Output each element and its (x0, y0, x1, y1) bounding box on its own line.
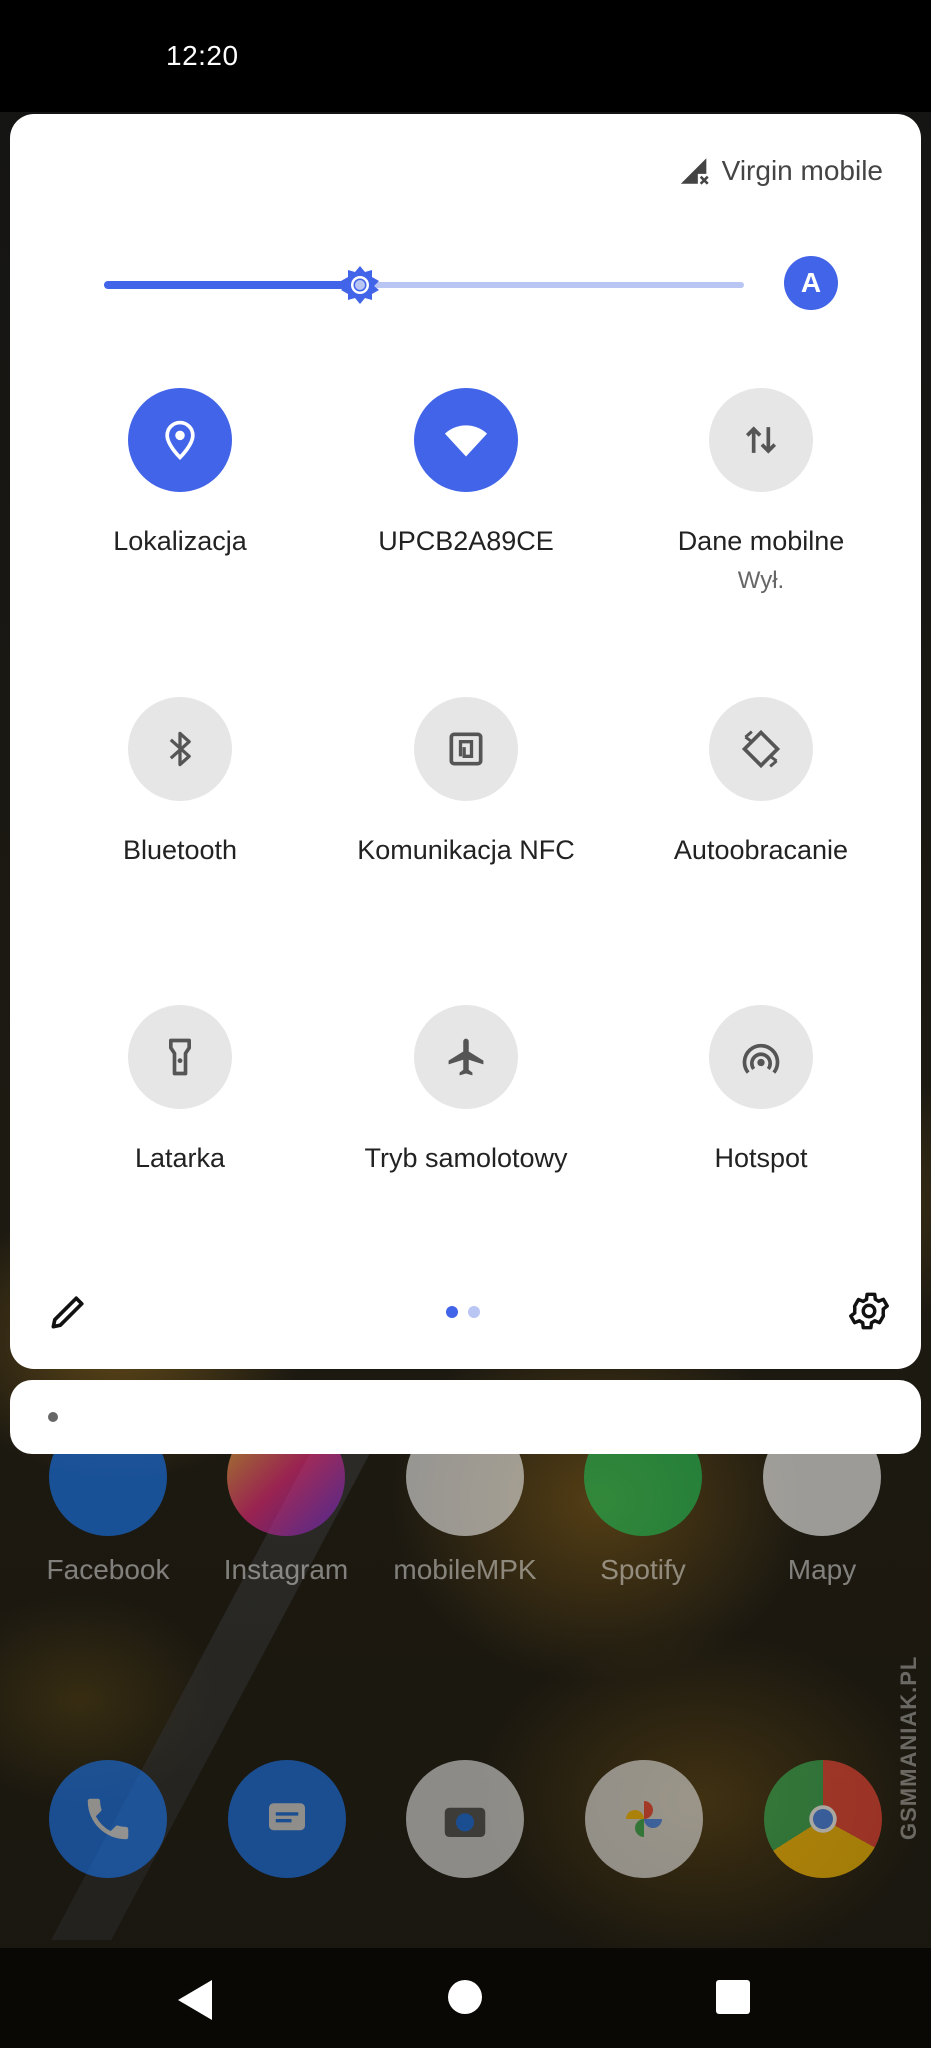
app-label: Instagram (223, 1554, 349, 1585)
notification-dot (48, 1412, 58, 1422)
settings-gear-icon[interactable] (846, 1288, 892, 1334)
tile-wifi[interactable]: UPCB2A89CE (316, 388, 616, 557)
tile-bluetooth[interactable]: Bluetooth (30, 697, 330, 866)
bluetooth-icon (169, 731, 191, 767)
tile-nfc[interactable]: Komunikacja NFC (316, 697, 616, 866)
tile-wifi-toggle[interactable] (414, 388, 518, 492)
brightness-fill (104, 281, 360, 289)
status-bar: 12:20 (0, 0, 931, 112)
carrier-name: Virgin mobile (721, 155, 883, 186)
page-dot-active (446, 1306, 458, 1318)
tile-flashlight[interactable]: Latarka (30, 1005, 330, 1174)
auto-brightness-button[interactable]: A (784, 256, 838, 310)
recents-icon[interactable] (716, 1980, 750, 2014)
watermark: GSMMANIAK.PL (896, 1655, 921, 1840)
tile-bluetooth-toggle[interactable] (128, 697, 232, 801)
tile-label: UPCB2A89CE (378, 526, 554, 556)
messages-icon (228, 1760, 346, 1878)
screen: Facebook Instagram mobileMPK Spotify Map… (0, 0, 931, 2048)
notification-strip[interactable] (10, 1380, 921, 1454)
tile-label: Lokalizacja (113, 526, 247, 556)
tile-auto-rotate[interactable]: Autoobracanie (611, 697, 911, 866)
tile-location-toggle[interactable] (128, 388, 232, 492)
photos-icon (585, 1760, 703, 1878)
tile-label: Autoobracanie (673, 835, 849, 865)
app-label: Mapy (787, 1554, 857, 1585)
airplane-icon (448, 1038, 484, 1076)
tile-label: Hotspot (714, 1143, 808, 1173)
camera-icon (406, 1760, 524, 1878)
nfc-icon (449, 732, 483, 766)
tile-label: Latarka (134, 1143, 226, 1173)
tile-sublabel: Wył. (737, 567, 785, 594)
tile-airplane-toggle[interactable] (414, 1005, 518, 1109)
tile-label: Tryb samolotowy (364, 1143, 568, 1173)
auto-rotate-icon (741, 729, 781, 769)
chrome-icon (764, 1760, 882, 1878)
app-label: Facebook (46, 1554, 170, 1585)
tile-hotspot[interactable]: Hotspot (611, 1005, 911, 1174)
carrier-info: Virgin mobile (678, 154, 883, 188)
brightness-thumb-icon[interactable] (339, 264, 381, 306)
tile-hotspot-toggle[interactable] (709, 1005, 813, 1109)
signal-no-service-icon (680, 158, 709, 185)
page-indicator (446, 1306, 480, 1318)
tile-label: Bluetooth (122, 835, 238, 865)
tile-auto-rotate-toggle[interactable] (709, 697, 813, 801)
navigation-bar (0, 1948, 931, 2048)
app-label: mobileMPK (393, 1554, 537, 1585)
edit-pencil-icon[interactable] (46, 1290, 90, 1334)
phone-icon (49, 1760, 167, 1878)
page-dot (468, 1306, 480, 1318)
home-icon[interactable] (448, 1980, 482, 2014)
location-icon (165, 420, 195, 460)
tile-nfc-toggle[interactable] (414, 697, 518, 801)
quick-settings-panel: Virgin mobile A Lokalizacja UPCB2A89CE D… (10, 114, 921, 1369)
brightness-slider[interactable] (94, 264, 754, 304)
tile-mobile-data-toggle[interactable] (709, 388, 813, 492)
wifi-icon (444, 425, 488, 457)
tile-label: Dane mobilne (677, 526, 845, 556)
tile-mobile-data[interactable]: Dane mobilne Wył. (611, 388, 911, 595)
flashlight-icon (169, 1038, 191, 1076)
tile-location[interactable]: Lokalizacja (30, 388, 330, 557)
hotspot-icon (742, 1043, 780, 1074)
back-icon[interactable] (176, 1978, 216, 2022)
tile-flashlight-toggle[interactable] (128, 1005, 232, 1109)
mobile-data-icon (745, 426, 777, 454)
clock: 12:20 (166, 40, 239, 71)
tile-airplane[interactable]: Tryb samolotowy (316, 1005, 616, 1174)
tile-label: Komunikacja NFC (357, 835, 575, 865)
app-label: Spotify (600, 1554, 686, 1585)
